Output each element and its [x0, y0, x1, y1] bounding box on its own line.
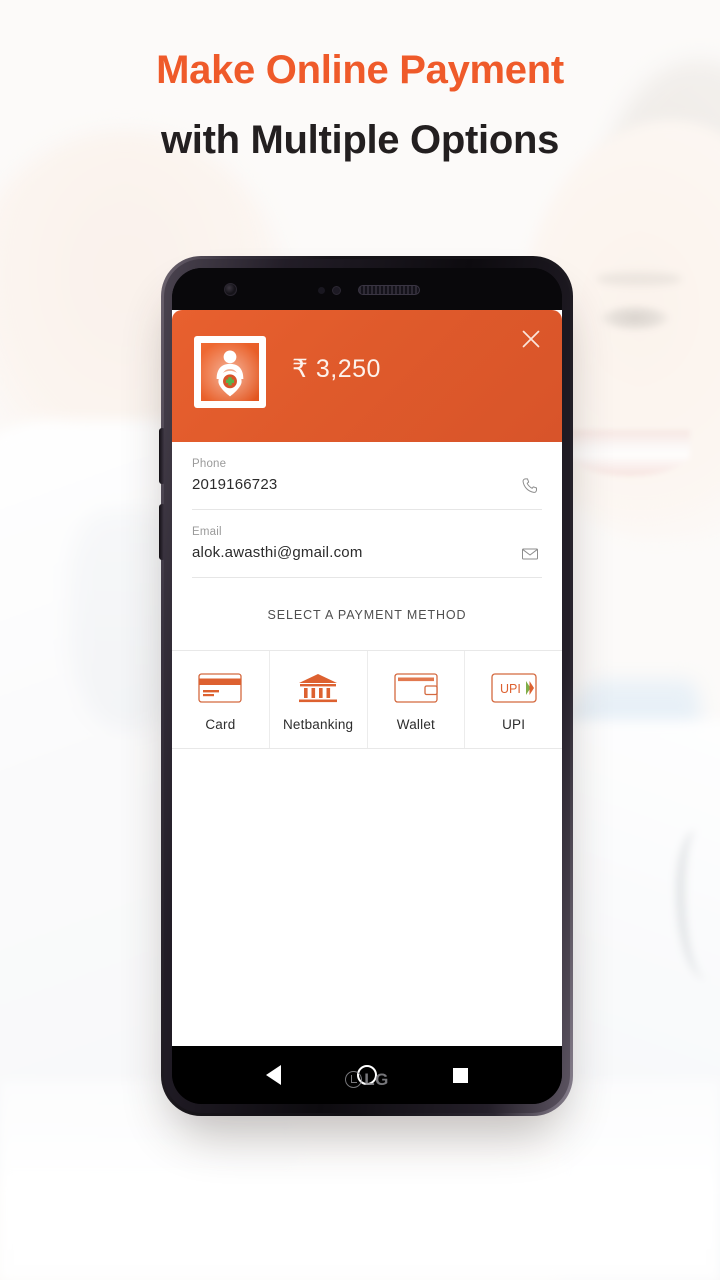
phone-mockup: ₹ 3,250 Phone 2019166723 Email alok.awas…	[155, 252, 579, 1120]
phone-top-bezel	[172, 268, 562, 310]
payment-method-wallet[interactable]: Wallet	[368, 651, 466, 748]
device-brand-logo: LG	[161, 1070, 573, 1090]
bank-icon	[270, 671, 367, 705]
close-icon[interactable]	[516, 324, 546, 354]
device-brand-text: LG	[364, 1070, 389, 1089]
phone-icon	[520, 476, 540, 496]
camera-icon	[224, 283, 237, 296]
proximity-sensor-icon	[318, 287, 325, 294]
volume-up-button[interactable]	[159, 428, 164, 484]
wallet-icon	[368, 671, 465, 705]
merchant-logo	[194, 336, 266, 408]
email-field-underline	[192, 577, 542, 578]
payment-method-upi[interactable]: UPI UPI	[465, 651, 562, 748]
phone-screen: ₹ 3,250 Phone 2019166723 Email alok.awas…	[172, 268, 562, 1104]
email-field-label: Email	[192, 526, 222, 538]
select-payment-method-title: SELECT A PAYMENT METHOD	[172, 578, 562, 650]
credit-card-icon	[172, 671, 269, 705]
lg-mark-icon	[345, 1071, 363, 1088]
phone-body: ₹ 3,250 Phone 2019166723 Email alok.awas…	[159, 256, 573, 1116]
merchant-logo-icon	[201, 343, 259, 401]
light-sensor-icon	[332, 286, 341, 295]
payment-method-card-label: Card	[205, 717, 236, 732]
promo-banner: Make Online Payment with Multiple Option…	[0, 0, 720, 1280]
phone-field-label: Phone	[192, 458, 227, 470]
payment-form: Phone 2019166723 Email alok.awasthi@gmai…	[172, 442, 562, 578]
app-viewport: ₹ 3,250 Phone 2019166723 Email alok.awas…	[172, 310, 562, 1046]
envelope-icon	[520, 544, 540, 564]
headline-line-1: Make Online Payment	[156, 48, 564, 92]
promo-headline: Make Online Payment with Multiple Option…	[0, 48, 720, 163]
payment-method-card[interactable]: Card	[172, 651, 270, 748]
payment-methods-row: Card Netbanking Wallet UPI UPI	[172, 650, 562, 749]
merchant-logo-inner	[201, 343, 259, 401]
payment-method-netbanking[interactable]: Netbanking	[270, 651, 368, 748]
speaker-grille-icon	[358, 285, 420, 295]
phone-field[interactable]: Phone 2019166723	[192, 442, 542, 510]
volume-down-button[interactable]	[159, 504, 164, 560]
upi-icon: UPI	[465, 671, 562, 705]
headline-line-2: with Multiple Options	[160, 117, 560, 162]
email-input[interactable]: alok.awasthi@gmail.com	[192, 544, 542, 570]
upi-badge-text: UPI	[500, 682, 521, 696]
payment-method-netbanking-label: Netbanking	[282, 717, 354, 732]
payment-sheet-body-empty	[172, 749, 562, 1046]
phone-input[interactable]: 2019166723	[192, 476, 542, 502]
payment-header: ₹ 3,250	[172, 310, 562, 442]
payment-amount: ₹ 3,250	[292, 355, 381, 383]
email-field[interactable]: Email alok.awasthi@gmail.com	[192, 510, 542, 578]
payment-method-wallet-label: Wallet	[396, 717, 435, 732]
payment-method-upi-label: UPI	[502, 717, 526, 732]
